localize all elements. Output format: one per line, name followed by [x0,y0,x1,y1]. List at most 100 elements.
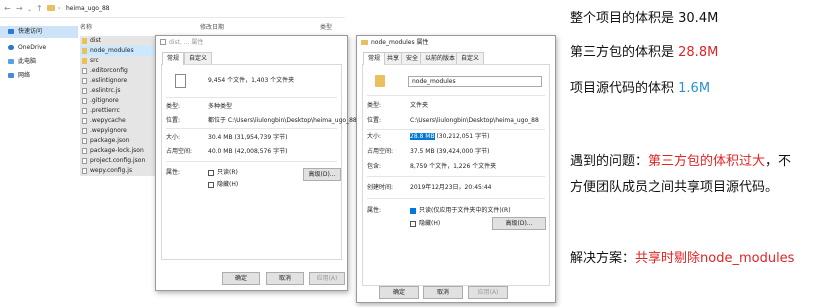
note-text: 第三方包的体积是 [570,45,679,60]
file-name: .eslintignore [90,77,128,84]
list-item[interactable]: src [80,56,162,66]
folder-icon [82,48,87,54]
disk-size-label: 占用空间: [166,148,193,155]
size-value: 30.4 MB (31,954,739 字节) [208,134,288,141]
list-item[interactable]: .eslintignore [80,76,162,86]
cloud-icon [8,45,14,50]
selection-summary: 9,454 个文件，1,403 个文件夹 [208,77,295,84]
size-value-bytes: (30,212,051 字节) [434,133,490,140]
folder-icon [82,38,87,44]
attributes-label: 属性: [166,169,181,176]
tab-custom[interactable]: 自定义 [184,52,213,64]
list-item[interactable]: package-lock.json [80,146,162,156]
list-item[interactable]: .wepyignore [80,126,162,136]
note-text: 遇到的问题： [570,154,649,169]
nav-item-quick-access[interactable]: 快速访问 [0,26,78,38]
size-label: 大小: [166,134,181,141]
readonly-checkbox[interactable] [208,170,214,176]
list-item[interactable]: wepy.config.js [80,166,162,176]
location-value: C:\Users\liulongbin\Desktop\heima_ugo_88 [410,117,539,124]
advanced-button[interactable]: 高级(D)... [303,168,341,181]
file-icon [82,138,87,144]
note-text: ，不 [765,154,792,169]
apply-button[interactable]: 应用(A) [309,272,345,285]
chevron-down-icon[interactable]: ⌄ [27,6,32,13]
folder-icon [47,5,55,11]
readonly-checkbox[interactable] [410,208,416,214]
back-icon[interactable]: ← [4,4,11,13]
list-item[interactable]: node_modules [80,46,162,56]
general-panel: 9,454 个文件，1,403 个文件夹 类型: 多种类型 位置: 都位于 C:… [161,64,357,260]
file-name: .gitignore [90,97,119,104]
ok-button[interactable]: 确定 [222,272,260,285]
tab-general[interactable]: 常规 [162,52,185,65]
apply-button[interactable]: 应用(A) [468,286,508,299]
hidden-checkbox[interactable] [208,182,214,188]
tab-previous-versions[interactable]: 以前的版本 [420,52,461,64]
divider [367,198,545,199]
note-problem-line2: 方便团队成员之间共享项目源代码。 [570,180,779,195]
column-name[interactable]: 名称 [80,24,92,32]
general-panel: node_modules 类型: 文件夹 位置: C:\Users\liulon… [362,64,550,286]
column-date[interactable]: 修改日期 [200,24,224,32]
file-name: package.json [90,137,130,144]
file-name: .prettierrc [90,107,120,114]
file-icon [82,118,87,124]
forward-icon[interactable]: → [16,4,23,13]
list-item[interactable]: .wepycache [80,116,162,126]
file-name: project.config.json [90,157,146,164]
advanced-button[interactable]: 高级(D)... [492,217,546,230]
disk-size-value: 37.5 MB (39,424,000 字节) [410,148,490,155]
breadcrumb[interactable]: heima_ugo_88 [66,5,110,13]
note-solution: 解决方案：共享时剔除node_modules [570,251,794,267]
attributes-label: 属性: [367,207,382,214]
up-icon[interactable]: ↑ [36,4,43,13]
file-name: package-lock.json [90,147,144,154]
nav-item-network[interactable]: 网络 [0,70,78,82]
cancel-button[interactable]: 取消 [423,286,463,299]
cancel-button[interactable]: 取消 [266,272,304,285]
file-name: dist [90,37,101,44]
note-text: 项目源代码的体积 [570,81,679,96]
file-icon [82,148,87,154]
folder-icon [361,40,368,45]
list-item[interactable]: .prettierrc [80,106,162,116]
file-name: .wepycache [90,117,126,124]
disk-size-value: 40.0 MB (42,008,576 字节) [208,148,288,155]
note-highlight: 第三方包的体积过大 [648,154,766,169]
list-item[interactable]: dist [80,36,162,46]
note-problem: 遇到的问题：第三方包的体积过大，不 [570,154,791,170]
list-item[interactable]: .gitignore [80,96,162,106]
file-name: node_modules [90,47,134,54]
tab-custom[interactable]: 自定义 [456,52,485,64]
dialog-title-bar: dist, ... 属性 [156,36,347,50]
list-item[interactable]: package.json [80,136,162,146]
divider [166,161,337,162]
size-label: 大小: [367,133,382,140]
network-icon [8,73,14,78]
hidden-checkbox[interactable] [410,221,416,227]
note-value: 1.6M [678,81,711,96]
type-value: 文件夹 [410,102,429,109]
type-label: 类型: [166,103,181,110]
file-name: wepy.config.js [90,167,133,174]
list-item[interactable]: .eslintrc.js [80,86,162,96]
nav-item-this-pc[interactable]: 此电脑 [0,56,78,68]
list-item[interactable]: project.config.json [80,156,162,166]
list-item[interactable]: .editorconfig [80,66,162,76]
folder-name-value: node_modules [412,78,456,85]
contains-value: 8,759 个文件，1,226 个文件夹 [410,163,497,170]
column-type[interactable]: 类型 [320,24,332,32]
note-text: 解决方案： [570,251,636,266]
folder-name-input[interactable]: node_modules [408,76,542,87]
size-value-selected[interactable]: 28.8 MB [410,133,435,140]
file-icon [82,78,87,84]
divider [367,95,545,96]
tab-general[interactable]: 常规 [363,52,386,65]
file-icon [82,158,87,164]
divider [166,128,337,129]
hidden-label: 隐藏(H) [217,181,239,188]
ok-button[interactable]: 确定 [379,286,419,299]
nav-item-onedrive[interactable]: OneDrive [0,42,78,54]
properties-dialog-selection: dist, ... 属性 常规 自定义 9,454 个文件，1,403 个文件夹… [155,35,357,291]
